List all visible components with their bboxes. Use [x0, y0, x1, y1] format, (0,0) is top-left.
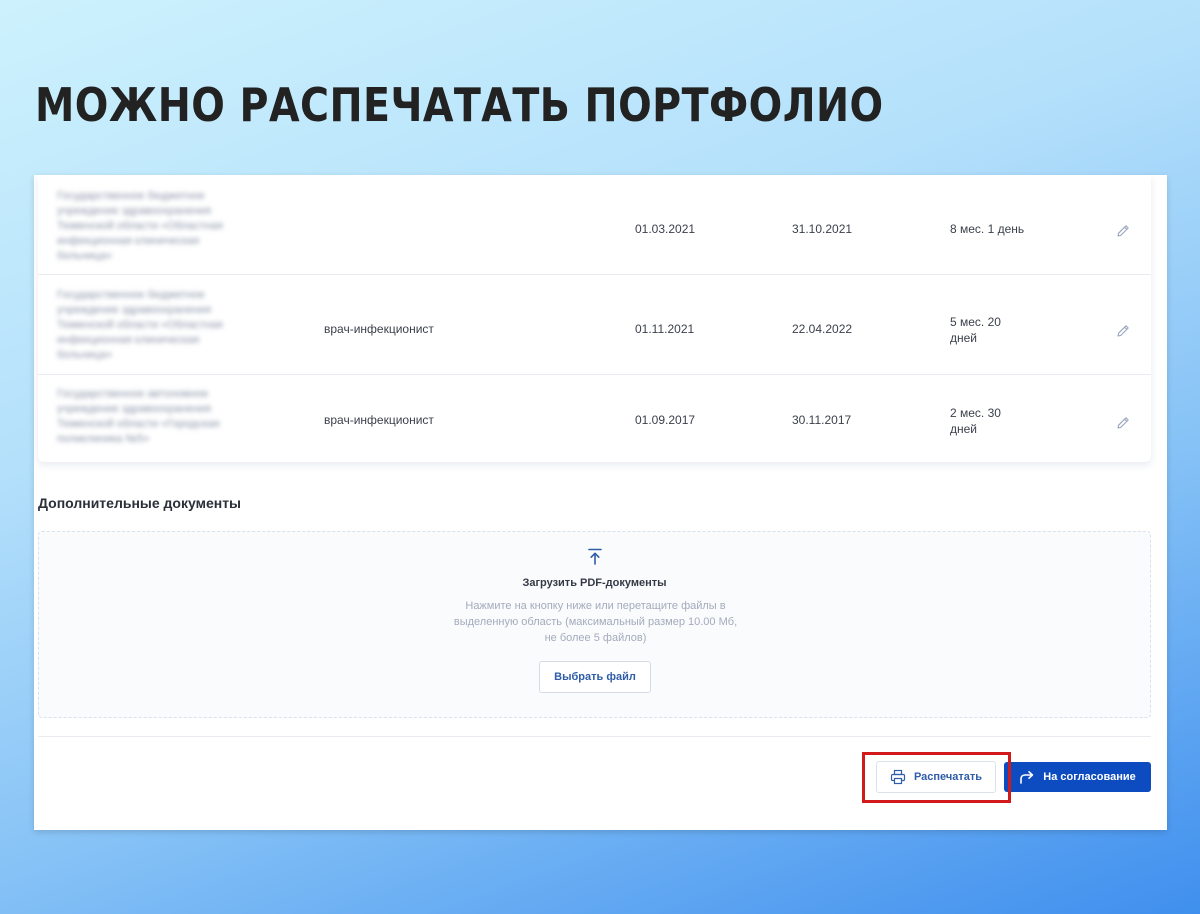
- send-for-approval-button[interactable]: На согласование: [1004, 762, 1151, 792]
- choose-file-button[interactable]: Выбрать файл: [539, 661, 651, 693]
- page-headline: МОЖНО РАСПЕЧАТАТЬ ПОРТФОЛИО: [35, 78, 884, 132]
- duration-line: дней: [950, 422, 978, 436]
- work-history-table: Государственное бюджетное учреждение здр…: [38, 175, 1151, 462]
- portfolio-panel: Государственное бюджетное учреждение здр…: [34, 175, 1167, 830]
- upload-hint-line: Нажмите на кнопку ниже или перетащите фа…: [465, 600, 726, 612]
- table-row: Государственное бюджетное учреждение здр…: [38, 175, 1151, 275]
- additional-documents-title: Дополнительные документы: [38, 495, 241, 511]
- upload-hint: Нажмите на кнопку ниже или перетащите фа…: [439, 598, 752, 646]
- upload-hint-line: выделенную область (максимальный размер …: [453, 616, 738, 628]
- pencil-icon[interactable]: [1115, 323, 1131, 339]
- organization-name: Государственное бюджетное учреждение здр…: [57, 190, 223, 262]
- duration-cell: 2 мес. 30 дней: [950, 405, 1030, 437]
- upload-hint-line: не более 5 файлов): [544, 632, 647, 644]
- position-cell: врач-инфекционист: [324, 322, 434, 336]
- organization-name: Государственное автономное учреждение зд…: [57, 388, 220, 445]
- divider: [38, 736, 1151, 737]
- duration-cell: 8 мес. 1 день: [950, 221, 1030, 237]
- upload-title: Загрузить PDF-документы: [522, 577, 667, 589]
- end-date-cell: 30.11.2017: [792, 413, 852, 427]
- pencil-icon[interactable]: [1115, 415, 1131, 431]
- upload-dropzone[interactable]: Загрузить PDF-документы Нажмите на кнопк…: [38, 531, 1151, 718]
- table-row: Государственное автономное учреждение зд…: [38, 375, 1151, 462]
- end-date-cell: 22.04.2022: [792, 322, 853, 336]
- send-for-approval-label: На согласование: [1043, 771, 1136, 783]
- duration-line: 5 мес. 20: [950, 315, 1001, 329]
- duration-cell: 5 мес. 20 дней: [950, 314, 1030, 346]
- duration-line: 2 мес. 30: [950, 406, 1001, 420]
- organization-name: Государственное бюджетное учреждение здр…: [57, 289, 223, 361]
- forward-arrow-icon: [1020, 771, 1034, 784]
- start-date-cell: 01.11.2021: [635, 322, 695, 336]
- duration-line: дней: [950, 331, 978, 345]
- upload-icon: [588, 548, 602, 565]
- duration-line: 8 мес. 1 день: [950, 222, 1025, 236]
- start-date-cell: 01.09.2017: [635, 413, 696, 427]
- end-date-cell: 31.10.2021: [792, 222, 853, 236]
- print-highlight-frame: [862, 752, 1011, 803]
- position-cell: врач-инфекционист: [324, 413, 434, 427]
- pencil-icon[interactable]: [1115, 223, 1131, 239]
- start-date-cell: 01.03.2021: [635, 222, 696, 236]
- table-row: Государственное бюджетное учреждение здр…: [38, 275, 1151, 375]
